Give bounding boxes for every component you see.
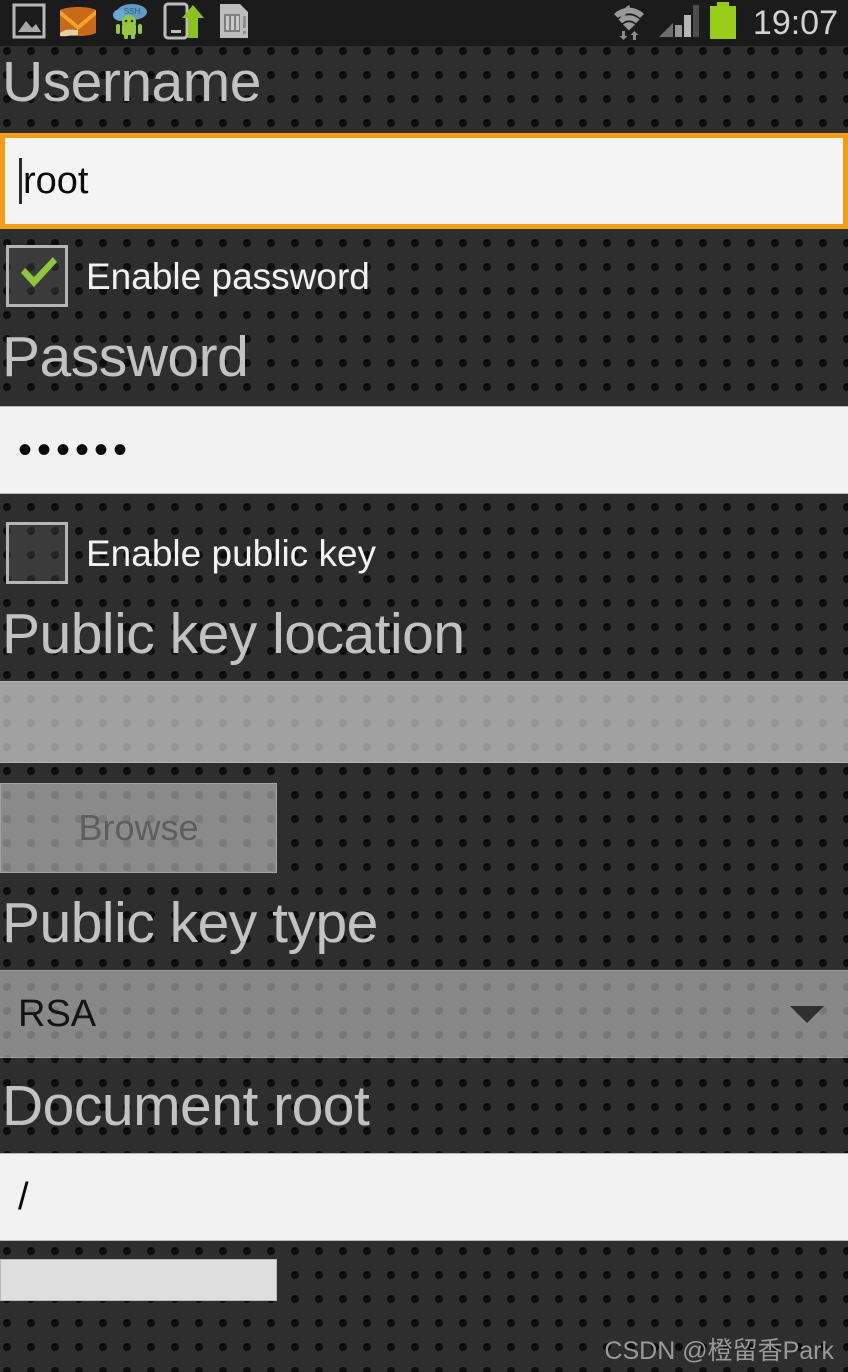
email-icon <box>58 4 98 43</box>
usb-transfer-icon <box>162 2 204 45</box>
public-key-type-label: Public key type <box>2 891 378 955</box>
enable-public-key-row[interactable]: Enable public key <box>0 522 848 584</box>
password-input[interactable]: •••••• <box>0 406 848 494</box>
username-label: Username <box>2 50 261 114</box>
browse-button[interactable]: Browse <box>0 783 277 873</box>
battery-icon <box>708 1 738 45</box>
bottom-action-button[interactable] <box>0 1259 277 1301</box>
status-notification-icons: SSH <box>12 2 252 45</box>
password-value: •••••• <box>18 428 133 472</box>
password-label: Password <box>2 325 249 389</box>
public-key-location-input[interactable] <box>0 681 848 763</box>
gallery-image-icon <box>12 3 46 44</box>
svg-text:SSH: SSH <box>124 7 141 16</box>
document-root-value: / <box>18 1175 29 1218</box>
public-key-location-label: Public key location <box>2 602 465 666</box>
document-root-input[interactable]: / <box>0 1153 848 1241</box>
status-clock: 19:07 <box>752 4 838 42</box>
cellular-signal-icon <box>657 3 699 44</box>
chevron-down-icon <box>790 1005 824 1023</box>
wifi-icon <box>610 2 648 45</box>
android-screen: SSH 19:07 Username root Enable password … <box>0 0 848 1372</box>
status-bar: SSH 19:07 <box>0 0 848 46</box>
text-caret <box>19 158 22 204</box>
enable-password-label: Enable password <box>86 255 370 297</box>
status-system-icons: 19:07 <box>610 1 838 45</box>
username-value: root <box>23 159 89 202</box>
enable-password-row[interactable]: Enable password <box>0 245 848 307</box>
enable-public-key-label: Enable public key <box>86 532 377 574</box>
check-icon <box>19 254 59 297</box>
public-key-type-spinner[interactable]: RSA <box>0 970 848 1058</box>
csdn-watermark: CSDN @橙留香Park <box>604 1337 834 1365</box>
settings-form: Username root Enable password Password •… <box>0 46 848 1372</box>
public-key-type-value: RSA <box>18 992 97 1035</box>
browse-button-label: Browse <box>78 807 199 848</box>
enable-public-key-checkbox[interactable] <box>6 522 68 584</box>
sd-card-icon <box>216 2 252 45</box>
username-input[interactable]: root <box>0 133 848 229</box>
document-root-label: Document root <box>2 1074 370 1138</box>
ssh-android-icon: SSH <box>110 2 150 45</box>
enable-password-checkbox[interactable] <box>6 245 68 307</box>
